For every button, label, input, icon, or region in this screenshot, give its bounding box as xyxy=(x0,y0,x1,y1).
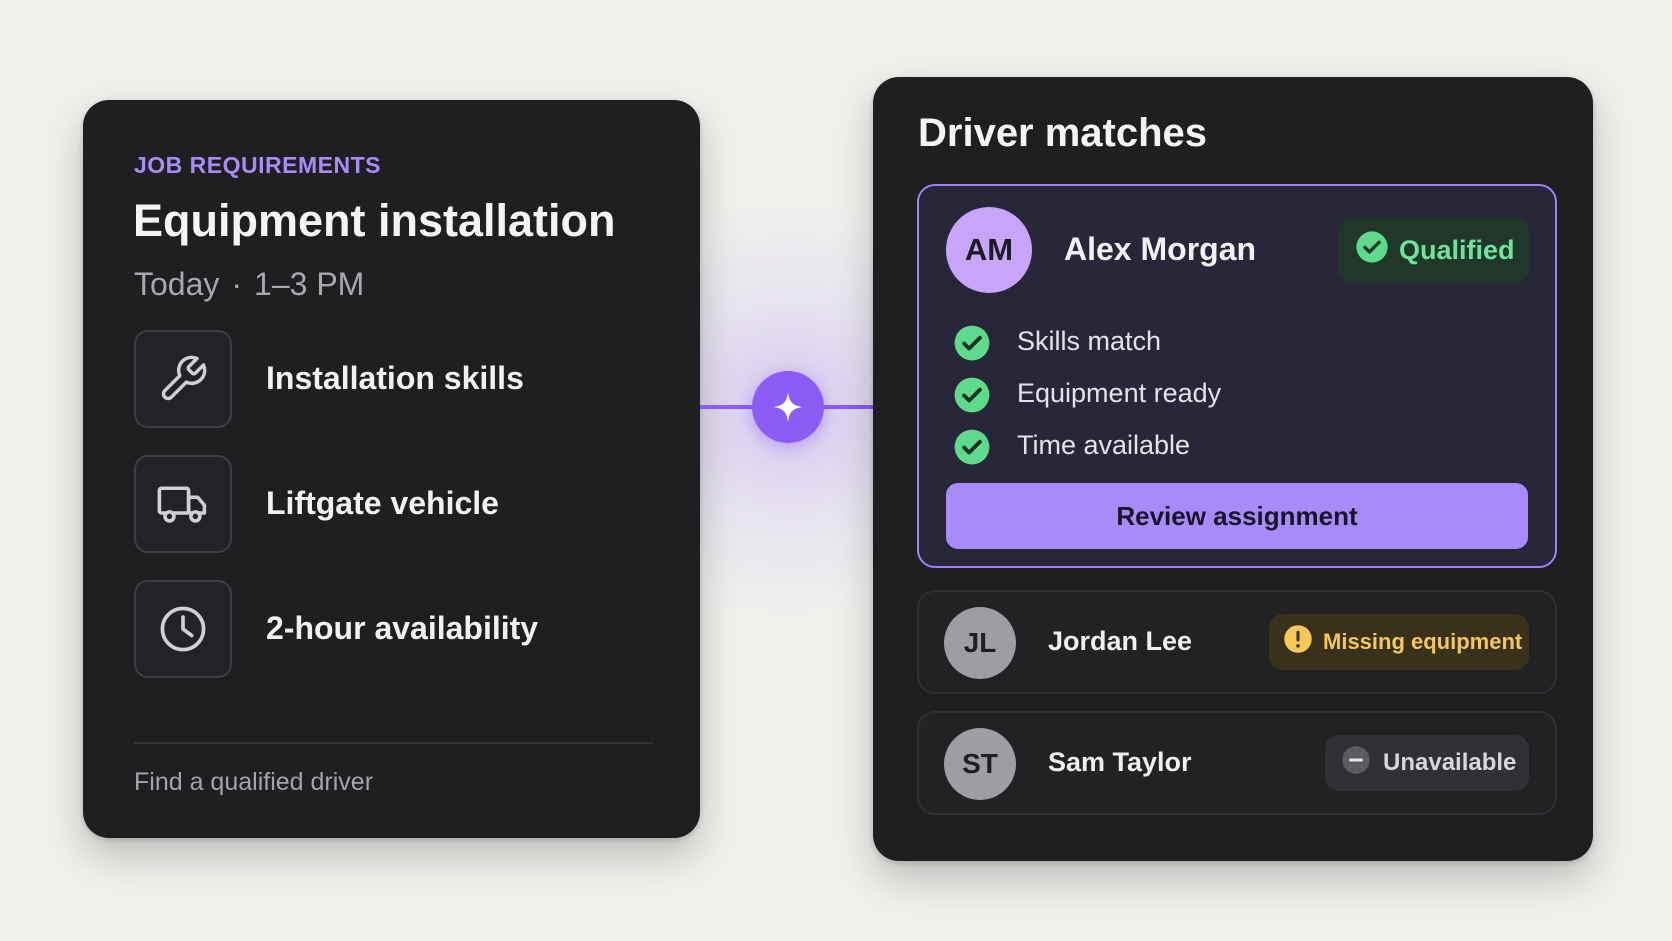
status-badge: Qualified xyxy=(1339,217,1529,283)
avatar: JL xyxy=(944,607,1016,679)
sparkle-icon[interactable] xyxy=(752,371,824,443)
top-match-card[interactable]: AM Alex Morgan Qualified Skills match Eq… xyxy=(917,184,1557,568)
driver-name: Alex Morgan xyxy=(1064,231,1257,267)
requirement-label: Installation skills xyxy=(266,360,524,396)
check-item: Time available xyxy=(953,420,1453,472)
divider xyxy=(134,742,653,744)
check-item: Equipment ready xyxy=(953,368,1453,420)
check-label: Time available xyxy=(1017,430,1191,460)
check-circle-icon xyxy=(1355,230,1389,271)
check-circle-icon xyxy=(953,324,991,367)
avatar: ST xyxy=(944,728,1016,800)
driver-name: Sam Taylor xyxy=(1048,747,1192,777)
check-item: Skills match xyxy=(953,316,1453,368)
clock-icon xyxy=(134,580,232,678)
wrench-icon xyxy=(134,330,232,428)
driver-row-jordan-lee[interactable]: JL Jordan Lee Missing equipment xyxy=(917,590,1557,694)
match-checklist: Skills match Equipment ready Time availa… xyxy=(953,316,1453,472)
requirement-availability: 2-hour availability xyxy=(134,580,654,678)
job-requirements-card: JOB REQUIREMENTS Equipment installation … xyxy=(83,100,700,838)
check-label: Skills match xyxy=(1017,326,1162,356)
driver-name: Jordan Lee xyxy=(1048,626,1193,656)
driver-matches-card: Driver matches AM Alex Morgan Qualified xyxy=(873,77,1593,861)
avatar: AM xyxy=(946,207,1032,293)
matches-title: Driver matches xyxy=(918,111,1208,155)
job-schedule: Today · 1–3 PM xyxy=(134,266,364,303)
schedule-separator: · xyxy=(231,266,243,302)
requirement-label: Liftgate vehicle xyxy=(266,485,499,521)
find-driver-text: Find a qualified driver xyxy=(134,768,374,796)
status-badge: Unavailable xyxy=(1325,735,1529,791)
status-label: Qualified xyxy=(1399,234,1515,265)
driver-row-sam-taylor[interactable]: ST Sam Taylor Unavailable xyxy=(917,711,1557,815)
status-label: Missing equipment xyxy=(1323,629,1523,654)
truck-icon xyxy=(134,455,232,553)
warning-icon xyxy=(1283,624,1313,660)
requirement-installation-skills: Installation skills xyxy=(134,330,654,428)
job-day: Today xyxy=(134,266,220,302)
check-circle-icon xyxy=(953,376,991,419)
job-time: 1–3 PM xyxy=(254,266,365,302)
status-label: Unavailable xyxy=(1383,749,1517,776)
job-title: Equipment installation xyxy=(133,195,616,246)
check-label: Equipment ready xyxy=(1017,378,1222,408)
status-badge: Missing equipment xyxy=(1269,614,1529,670)
review-assignment-button[interactable]: Review assignment xyxy=(946,483,1528,549)
section-eyebrow: JOB REQUIREMENTS xyxy=(134,152,381,178)
requirement-liftgate-vehicle: Liftgate vehicle xyxy=(134,455,654,553)
minus-circle-icon xyxy=(1341,745,1371,782)
check-circle-icon xyxy=(953,428,991,471)
requirement-label: 2-hour availability xyxy=(266,610,539,646)
